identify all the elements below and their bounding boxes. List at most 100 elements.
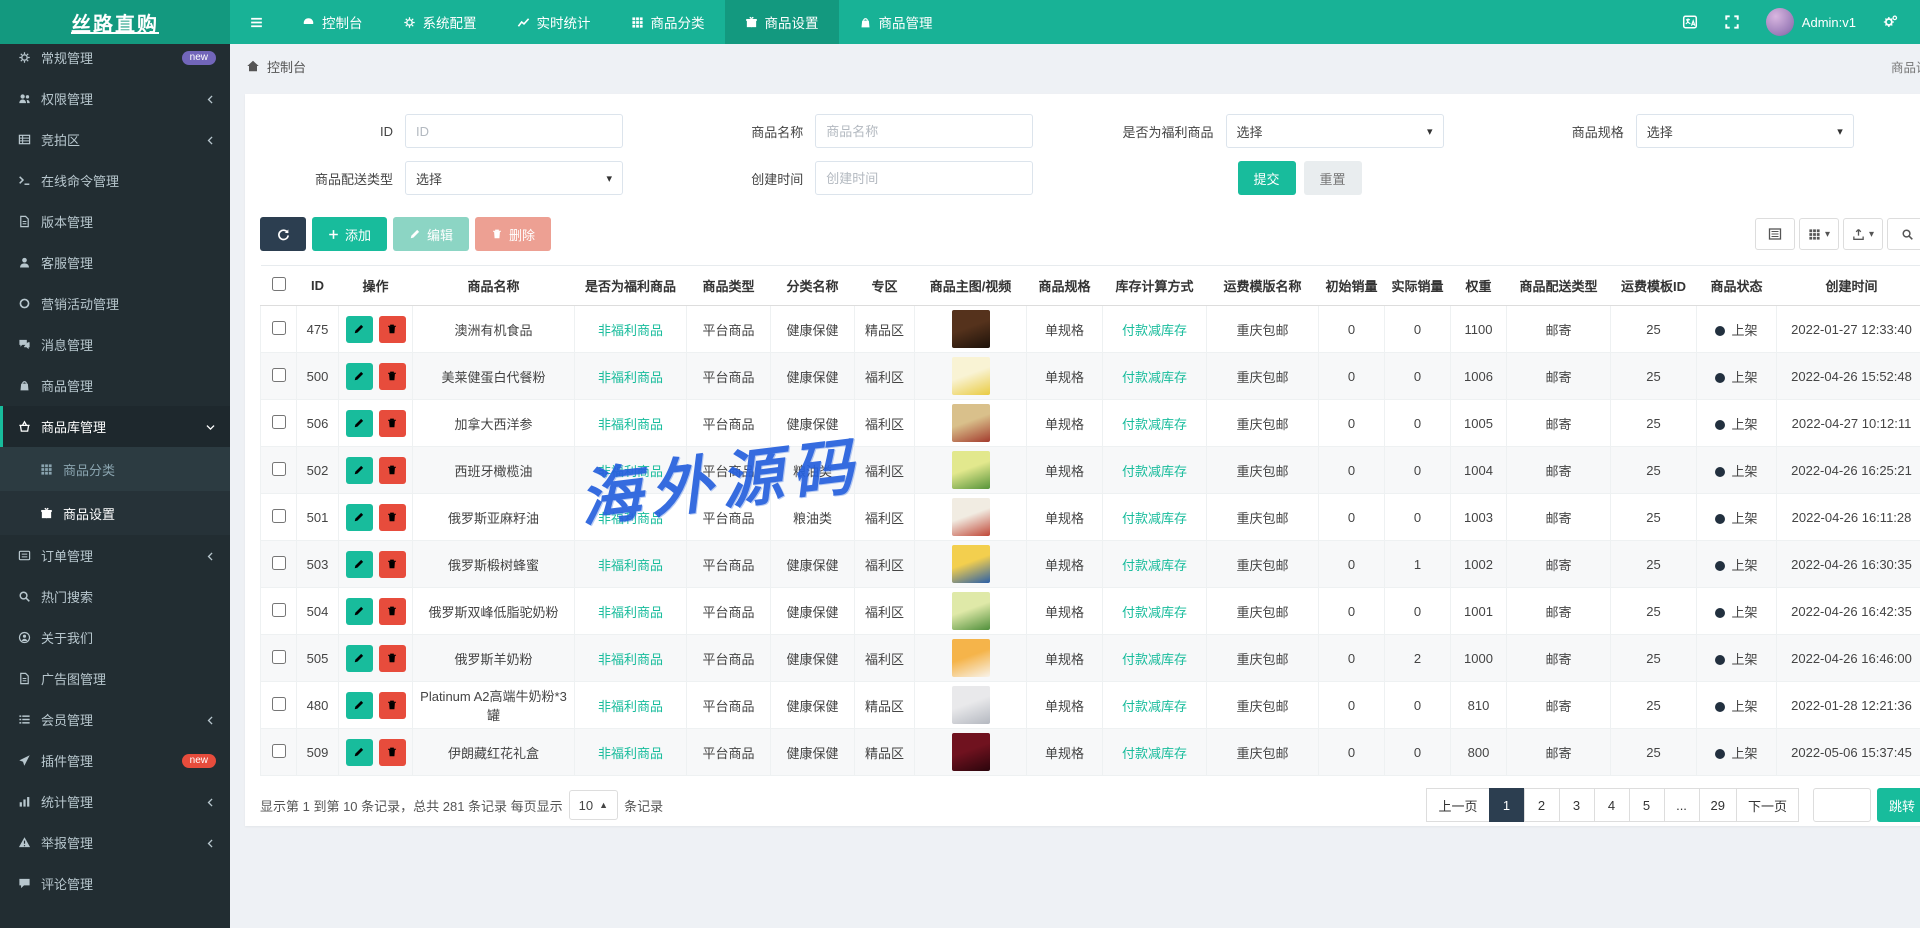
cell-stock-calc[interactable]: 付款减库存 xyxy=(1102,446,1207,494)
export-button[interactable]: ▾ xyxy=(1842,218,1883,250)
add-button[interactable]: 添加 xyxy=(312,217,388,251)
column-header[interactable]: 专区 xyxy=(854,265,915,306)
reset-button[interactable]: 重置 xyxy=(1303,161,1362,195)
product-thumbnail[interactable] xyxy=(951,733,990,771)
row-edit-button[interactable] xyxy=(345,644,373,672)
page-button-29[interactable]: 29 xyxy=(1698,788,1737,822)
cell-stock-calc[interactable]: 付款减库存 xyxy=(1102,587,1207,635)
product-thumbnail[interactable] xyxy=(951,545,990,583)
fullscreen-button[interactable] xyxy=(1724,14,1740,30)
row-edit-button[interactable] xyxy=(345,362,373,390)
sidebar-item-11[interactable]: 热门搜索 xyxy=(0,576,230,617)
sidebar-item-4[interactable]: 版本管理 xyxy=(0,201,230,242)
product-thumbnail[interactable] xyxy=(951,404,990,442)
nav-item-2[interactable]: 实时统计 xyxy=(497,0,611,44)
column-header[interactable]: 权重 xyxy=(1450,265,1507,306)
user-menu[interactable]: Admin:v1 xyxy=(1765,8,1856,36)
sidebar-subitem-1[interactable]: 商品设置 xyxy=(0,491,230,535)
product-thumbnail[interactable] xyxy=(951,498,990,536)
page-button-1[interactable]: 1 xyxy=(1488,788,1525,822)
product-thumbnail[interactable] xyxy=(951,592,990,630)
column-header[interactable]: ID xyxy=(296,265,339,306)
row-checkbox[interactable] xyxy=(271,602,286,617)
cell-welfare[interactable]: 非福利商品 xyxy=(574,728,687,776)
row-delete-button[interactable] xyxy=(378,315,406,343)
detail-view-button[interactable] xyxy=(1754,218,1795,250)
cell-stock-calc[interactable]: 付款减库存 xyxy=(1102,399,1207,447)
spec-select[interactable]: 选择 ▾ xyxy=(1635,114,1854,148)
column-header[interactable]: 运费模板ID xyxy=(1610,265,1697,306)
row-delete-button[interactable] xyxy=(378,738,406,766)
sidebar-item-16[interactable]: 统计管理 xyxy=(0,781,230,822)
column-header[interactable]: 商品类型 xyxy=(686,265,771,306)
nav-item-3[interactable]: 商品分类 xyxy=(611,0,725,44)
sidebar-toggle-button[interactable] xyxy=(230,0,282,44)
next-page-button[interactable]: 下一页 xyxy=(1735,788,1799,822)
page-size-select[interactable]: 10 ▲ xyxy=(568,790,619,820)
sidebar-item-9[interactable]: 商品库管理 xyxy=(0,406,230,447)
column-header[interactable]: 库存计算方式 xyxy=(1102,265,1207,306)
row-edit-button[interactable] xyxy=(345,691,373,719)
column-header[interactable]: 实际销量 xyxy=(1384,265,1451,306)
cell-stock-calc[interactable]: 付款减库存 xyxy=(1102,352,1207,400)
nav-item-5[interactable]: 商品管理 xyxy=(839,0,953,44)
cell-stock-calc[interactable]: 付款减库存 xyxy=(1102,728,1207,776)
row-delete-button[interactable] xyxy=(378,597,406,625)
language-button[interactable] xyxy=(1682,14,1698,30)
search-toggle-button[interactable] xyxy=(1887,218,1920,250)
row-delete-button[interactable] xyxy=(378,362,406,390)
column-header[interactable]: 分类名称 xyxy=(770,265,855,306)
cell-welfare[interactable]: 非福利商品 xyxy=(574,587,687,635)
jump-page-input[interactable] xyxy=(1812,788,1871,822)
column-header[interactable]: 是否为福利商品 xyxy=(574,265,687,306)
created-time-input[interactable] xyxy=(815,161,1034,195)
sidebar-item-18[interactable]: 评论管理 xyxy=(0,863,230,904)
refresh-button[interactable] xyxy=(260,217,306,251)
cell-welfare[interactable]: 非福利商品 xyxy=(574,634,687,682)
sidebar-item-0[interactable]: 常规管理 new xyxy=(0,44,230,78)
row-checkbox[interactable] xyxy=(271,414,286,429)
column-header[interactable]: 商品状态 xyxy=(1696,265,1777,306)
row-delete-button[interactable] xyxy=(378,456,406,484)
cell-welfare[interactable]: 非福利商品 xyxy=(574,352,687,400)
cell-stock-calc[interactable]: 付款减库存 xyxy=(1102,305,1207,353)
column-header[interactable]: 运费模版名称 xyxy=(1206,265,1319,306)
cell-welfare[interactable]: 非福利商品 xyxy=(574,493,687,541)
page-button-3[interactable]: 3 xyxy=(1558,788,1595,822)
column-header[interactable]: 操作 xyxy=(338,265,413,306)
page-button-2[interactable]: 2 xyxy=(1523,788,1560,822)
prev-page-button[interactable]: 上一页 xyxy=(1426,788,1490,822)
sidebar-item-14[interactable]: 会员管理 xyxy=(0,699,230,740)
sidebar-item-5[interactable]: 客服管理 xyxy=(0,242,230,283)
column-header[interactable]: 商品规格 xyxy=(1026,265,1103,306)
sidebar-item-6[interactable]: 营销活动管理 xyxy=(0,283,230,324)
brand-logo[interactable]: 丝路直购 xyxy=(0,0,230,44)
column-header[interactable]: 商品名称 xyxy=(412,265,575,306)
row-delete-button[interactable] xyxy=(378,644,406,672)
product-thumbnail[interactable] xyxy=(951,686,990,724)
cell-stock-calc[interactable]: 付款减库存 xyxy=(1102,540,1207,588)
column-header[interactable]: 商品配送类型 xyxy=(1506,265,1611,306)
product-thumbnail[interactable] xyxy=(951,357,990,395)
cell-stock-calc[interactable]: 付款减库存 xyxy=(1102,493,1207,541)
edit-button[interactable]: 编辑 xyxy=(393,217,470,251)
product-thumbnail[interactable] xyxy=(951,310,990,348)
sidebar-item-2[interactable]: 竞拍区 xyxy=(0,119,230,160)
row-edit-button[interactable] xyxy=(345,315,373,343)
product-thumbnail[interactable] xyxy=(951,639,990,677)
sidebar-item-10[interactable]: 订单管理 xyxy=(0,535,230,576)
row-checkbox[interactable] xyxy=(271,320,286,335)
row-edit-button[interactable] xyxy=(345,597,373,625)
row-checkbox[interactable] xyxy=(271,367,286,382)
breadcrumb-home[interactable]: 控制台 xyxy=(267,57,306,76)
sidebar-subitem-0[interactable]: 商品分类 xyxy=(0,447,230,491)
page-button-4[interactable]: 4 xyxy=(1593,788,1630,822)
row-delete-button[interactable] xyxy=(378,550,406,578)
welfare-select[interactable]: 选择 ▾ xyxy=(1225,114,1444,148)
row-delete-button[interactable] xyxy=(378,503,406,531)
cell-stock-calc[interactable]: 付款减库存 xyxy=(1102,681,1207,729)
select-all-checkbox[interactable] xyxy=(271,277,286,291)
row-edit-button[interactable] xyxy=(345,738,373,766)
row-edit-button[interactable] xyxy=(345,409,373,437)
row-checkbox[interactable] xyxy=(271,508,286,523)
